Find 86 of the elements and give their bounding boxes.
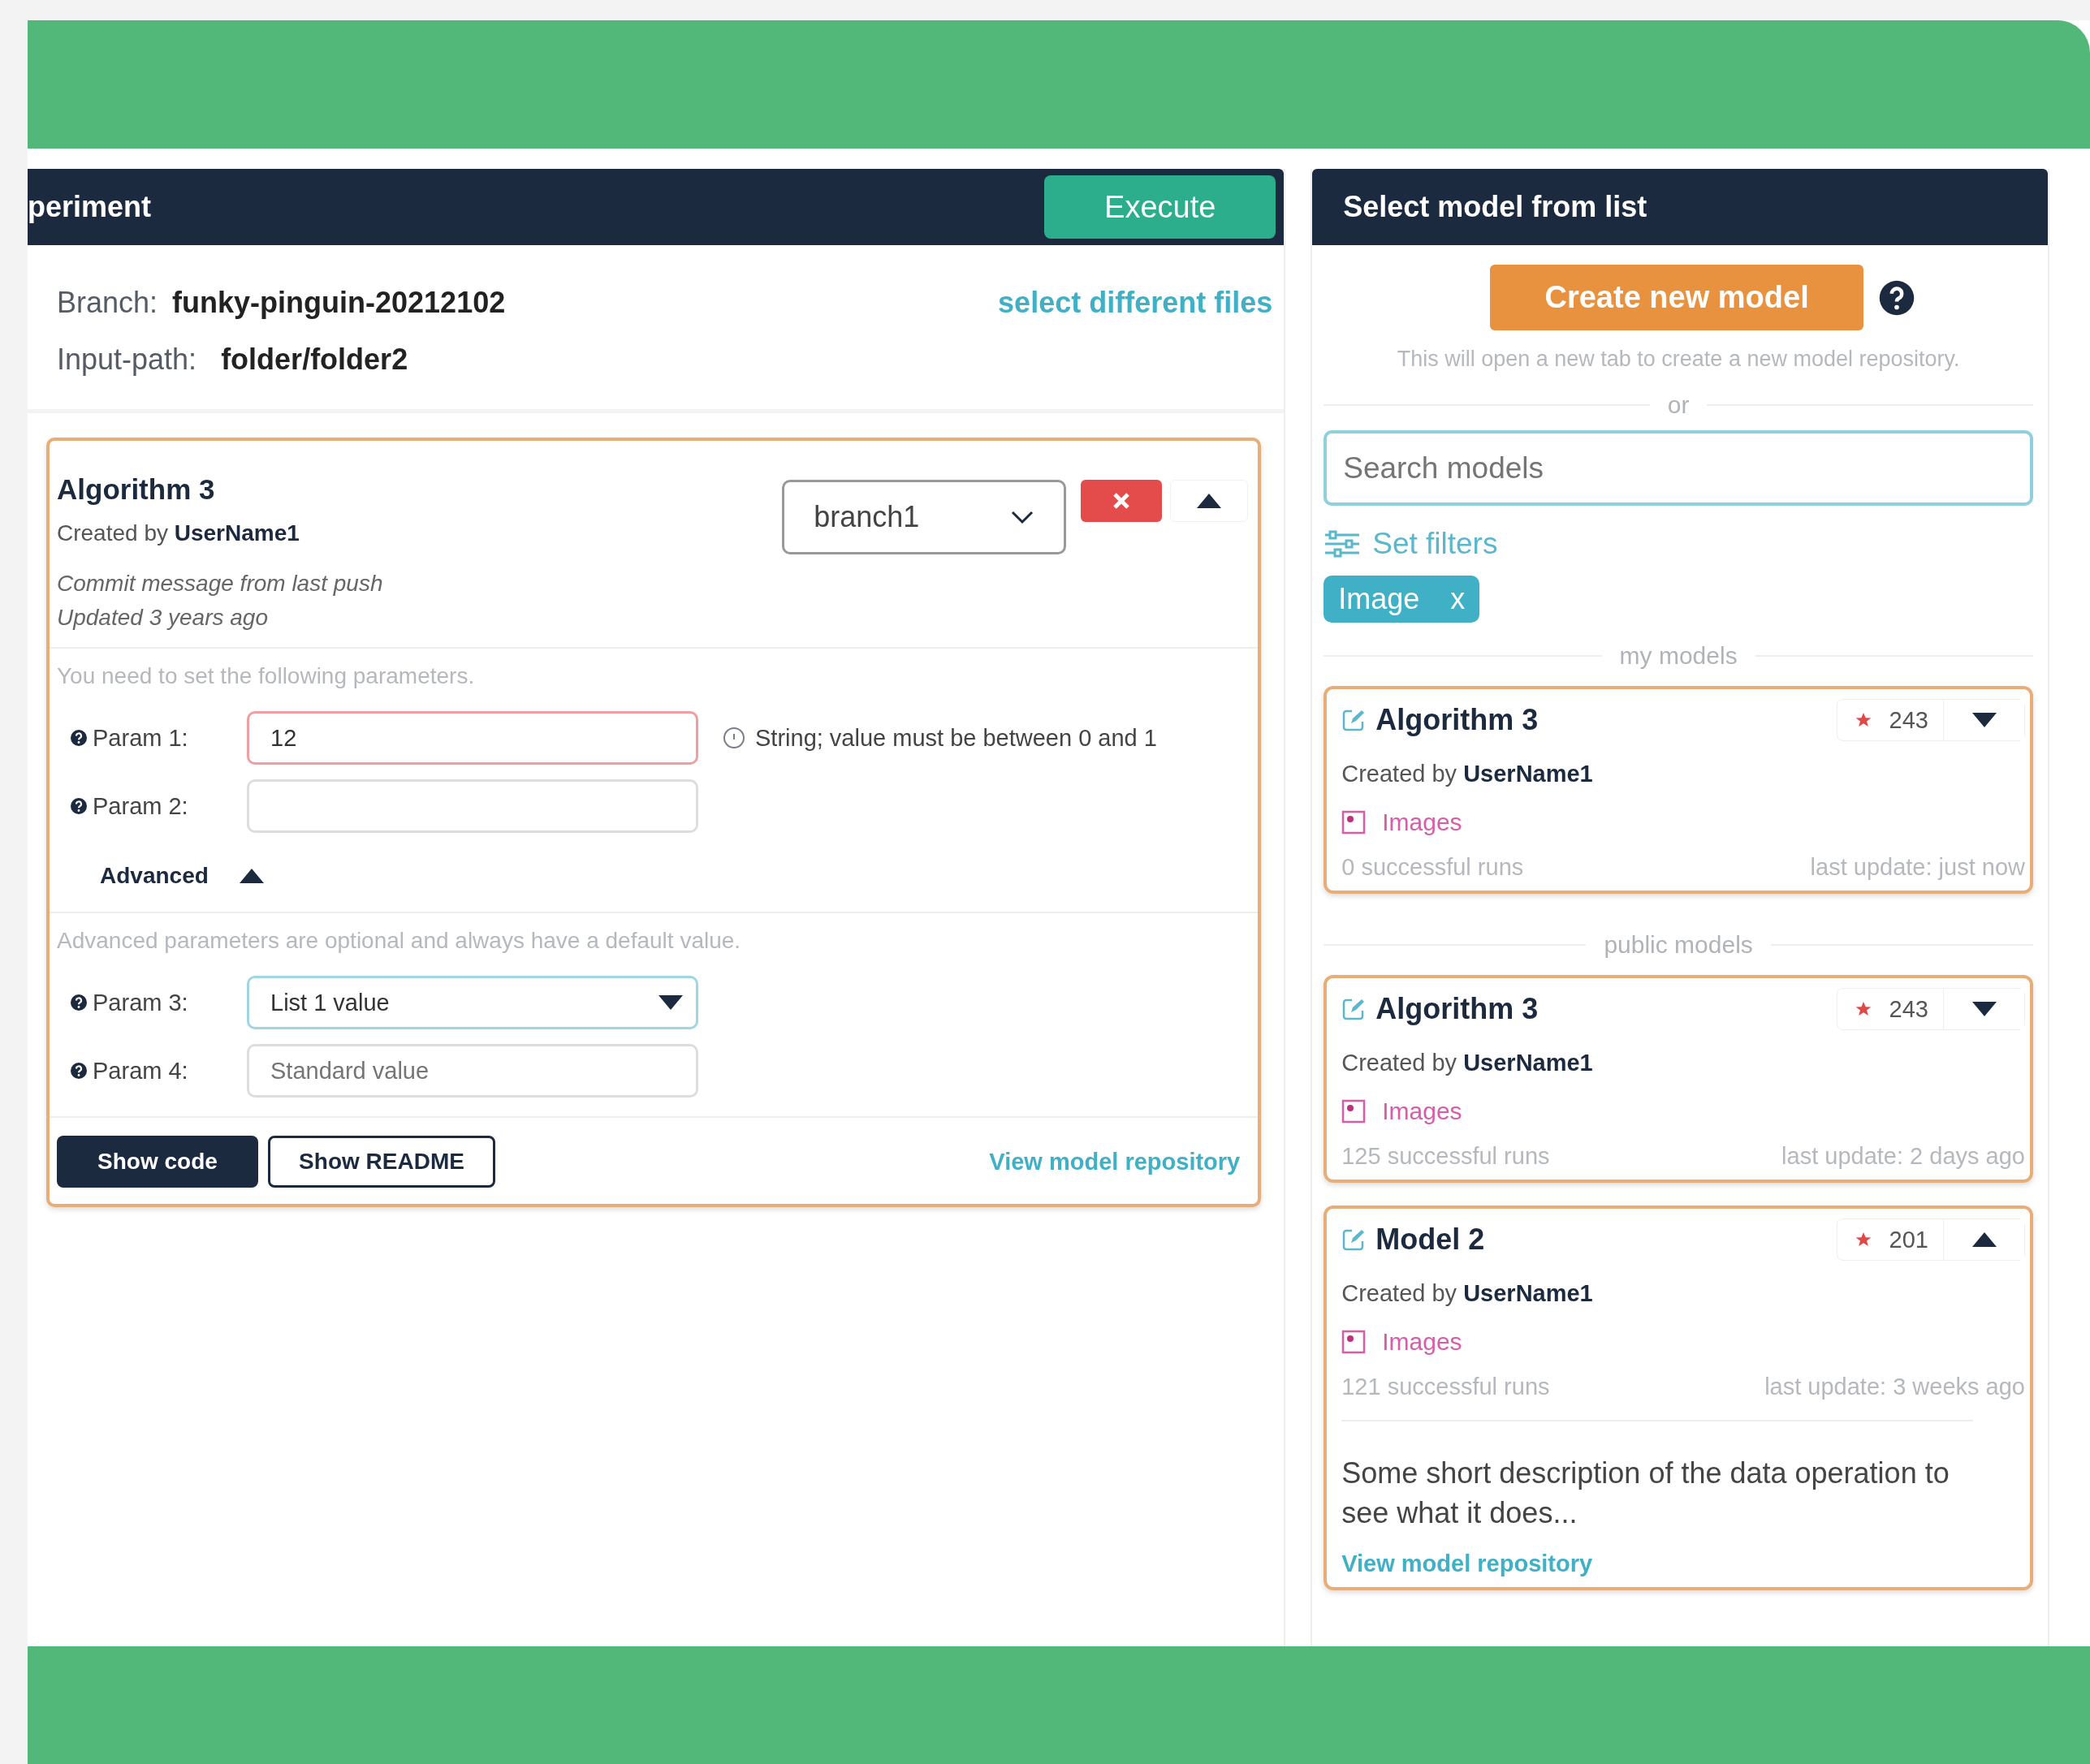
or-label: or (1667, 391, 1690, 419)
star-icon (1855, 1231, 1872, 1248)
last-update: last update: 3 weeks ago (1764, 1374, 2025, 1400)
algorithm-title: Algorithm 3 (57, 473, 216, 506)
tag-label: Images (1382, 1098, 1462, 1125)
show-readme-button[interactable]: Show README (268, 1136, 495, 1188)
image-icon (1341, 1330, 1367, 1354)
caret-up-icon (237, 867, 266, 885)
expand-toggle[interactable] (1943, 989, 2024, 1029)
repository-link[interactable]: View model repository (1341, 1551, 2030, 1578)
chevron-down-icon (1010, 510, 1035, 524)
input-path-value: folder/folder2 (221, 343, 408, 377)
created-by-text: Created by UserName1 (57, 520, 300, 546)
param-select[interactable]: List 1 value (247, 976, 698, 1029)
tag-label: Images (1382, 809, 1462, 836)
caret-down-icon (657, 994, 684, 1011)
search-field[interactable]: Search models (1324, 430, 2033, 506)
help-icon (70, 994, 88, 1011)
params-intro: You need to set the following parameters. (56, 662, 476, 690)
branch-value: funky-pinguin-20212102 (172, 286, 506, 320)
param-label: Param 2: (70, 792, 247, 820)
run-count: 121 successful runs (1341, 1374, 1550, 1400)
commit-message: Commit message from last push (57, 571, 383, 597)
panel-title: Select model from list (1343, 190, 1647, 224)
chip-label: Image (1338, 582, 1420, 616)
edit-icon (1341, 708, 1367, 732)
section-label: my models (1619, 642, 1738, 670)
created-by-text: Created by UserName1 (1341, 1280, 1594, 1307)
model-description: Some short description of the data operation to see what it does... (1341, 1420, 1973, 1533)
close-icon (1112, 492, 1131, 510)
remove-button[interactable] (1081, 480, 1163, 522)
edit-icon (1341, 997, 1367, 1021)
caret-down-icon (1970, 1000, 1998, 1018)
select-files-link[interactable]: select different files (998, 286, 1273, 320)
star-count: 243 (1889, 995, 1928, 1023)
param-label: Param 1: (70, 724, 247, 752)
run-count: 0 successful runs (1341, 854, 1524, 881)
caret-up-icon (1195, 492, 1224, 510)
model-title: Model 2 (1375, 1223, 1486, 1257)
updated-text: Updated 3 years ago (57, 605, 269, 631)
help-icon (1878, 278, 1916, 317)
param-label: Param 3: (70, 989, 247, 1016)
last-update: last update: just now (1810, 854, 2025, 881)
branch-select[interactable]: branch1 (782, 480, 1067, 554)
branch-label: Branch: (57, 286, 158, 320)
star-count: 243 (1889, 706, 1928, 734)
image-icon (1341, 1099, 1367, 1124)
star-icon (1855, 1001, 1872, 1017)
show-code-button[interactable]: Show code (57, 1136, 258, 1188)
caret-down-icon (1970, 711, 1998, 729)
star-icon (1855, 712, 1872, 728)
section-label: public models (1604, 931, 1753, 959)
help-icon (70, 729, 88, 747)
advanced-intro: Advanced parameters are optional and always have a default value. (56, 927, 742, 955)
last-update: last update: 2 days ago (1781, 1143, 2025, 1170)
run-count: 125 successful runs (1341, 1143, 1550, 1170)
input-path-label: Input-path: (57, 343, 197, 377)
star-count: 201 (1889, 1226, 1928, 1253)
caret-up-icon (1970, 1231, 1998, 1249)
create-hint: This will open a new tab to create a new model repository. (1396, 347, 1961, 372)
panel-title: periment (28, 190, 152, 224)
edit-icon (1341, 1227, 1367, 1252)
sliders-icon (1324, 530, 1362, 558)
created-by-text: Created by UserName1 (1341, 761, 1594, 787)
repository-link[interactable]: View model repository (989, 1148, 1241, 1175)
chip-remove[interactable]: x (1450, 582, 1466, 616)
model-title: Algorithm 3 (1375, 703, 1539, 737)
tag-label: Images (1382, 1328, 1462, 1356)
advanced-toggle[interactable]: Advanced (50, 840, 1259, 913)
info-icon (723, 727, 745, 749)
collapse-toggle[interactable] (1170, 480, 1249, 522)
help-icon (70, 797, 88, 815)
help-icon (70, 1062, 88, 1080)
image-icon (1341, 810, 1367, 835)
param-input[interactable]: Standard value (247, 1044, 698, 1098)
param-input[interactable]: 12 (247, 711, 698, 765)
expand-toggle[interactable] (1943, 700, 2024, 740)
create-model-button[interactable]: Create new model (1490, 265, 1864, 330)
param-label: Param 4: (70, 1057, 247, 1085)
created-by-text: Created by UserName1 (1341, 1050, 1594, 1076)
param-input[interactable] (247, 779, 698, 833)
set-filters-link[interactable]: Set filters (1324, 527, 2033, 561)
execute-button[interactable]: Execute (1044, 175, 1276, 239)
param-hint: String; value must be between 0 and 1 (755, 724, 1157, 752)
model-title: Algorithm 3 (1375, 992, 1539, 1026)
expand-toggle[interactable] (1943, 1219, 2024, 1260)
